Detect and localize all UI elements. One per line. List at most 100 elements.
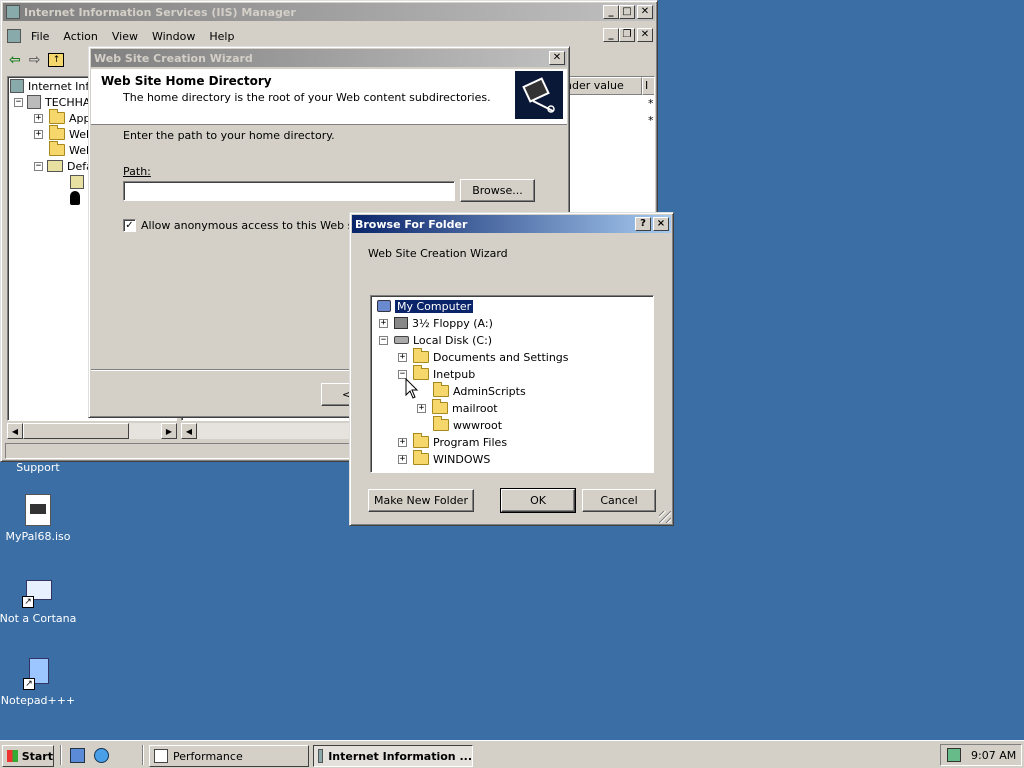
folder-icon (49, 125, 65, 140)
desktop-icon-support[interactable]: Support (0, 461, 78, 474)
tree-item-floppy[interactable]: + 3½ Floppy (A:) (379, 315, 493, 331)
tree-item-local-disk[interactable]: − Local Disk (C:) (379, 332, 492, 348)
browse-folder-dialog: Browse For Folder ? × Web Site Creation … (349, 212, 674, 526)
iis-root-icon (10, 79, 24, 93)
anon-checkbox-row[interactable]: ✓ Allow anonymous access to this Web sit… (123, 219, 367, 232)
tasks-separator (142, 745, 144, 765)
task-performance[interactable]: Performance (149, 745, 309, 767)
expand-icon[interactable]: + (398, 352, 407, 362)
up-folder-icon[interactable]: ↑ (48, 53, 65, 67)
ok-button[interactable]: OK (500, 488, 576, 513)
browser-icon[interactable] (94, 748, 109, 763)
iis-titlebar[interactable]: Internet Information Services (IIS) Mana… (3, 3, 655, 21)
menu-window[interactable]: Window (152, 30, 195, 43)
tree-default-smtp[interactable]: − Defa (34, 158, 93, 174)
mdi-minimize-button[interactable]: _ (603, 28, 619, 42)
menu-help[interactable]: Help (209, 30, 234, 43)
mdi-restore-button[interactable]: ❐ (619, 28, 635, 42)
desktop-icon-not-a-cortana[interactable]: ↗ Not a Cortana (0, 578, 78, 625)
browse-button[interactable]: Browse... (460, 179, 535, 202)
collapse-icon[interactable]: − (379, 335, 388, 345)
maximize-button[interactable]: □ (619, 5, 635, 19)
tree-item-windows[interactable]: + WINDOWS (398, 450, 490, 467)
path-input[interactable] (123, 181, 455, 201)
minimize-button[interactable]: _ (603, 5, 619, 19)
tree-item-program-files[interactable]: + Program Files (398, 433, 508, 450)
collapse-icon[interactable]: − (34, 161, 43, 171)
forward-arrow-icon[interactable]: ⇨ (29, 52, 41, 68)
iso-file-icon (25, 494, 51, 526)
tree-item-my-computer[interactable]: My Computer (377, 298, 475, 314)
tree-item-adminscripts[interactable]: AdminScripts (433, 382, 526, 399)
desktop-icon-notepad[interactable]: ↗ Notepad+++ (0, 656, 78, 707)
tree-server[interactable]: − TECHHA (14, 94, 90, 110)
folder-icon (413, 433, 429, 448)
expand-icon[interactable]: + (398, 454, 407, 464)
domains-icon[interactable] (70, 175, 84, 189)
help-button[interactable]: ? (635, 217, 651, 231)
wizard-header: Web Site Home Directory The home directo… (91, 69, 567, 125)
cell-star-2: * (648, 114, 654, 127)
cancel-button[interactable]: Cancel (582, 489, 656, 512)
hard-drive-icon (394, 336, 409, 344)
browse-description: Web Site Creation Wizard (368, 247, 508, 260)
tree-item-wwwroot[interactable]: wwwroot (433, 416, 502, 433)
tree-app-pools[interactable]: + Appl (34, 109, 94, 126)
sessions-icon[interactable] (70, 191, 80, 205)
column-header-value[interactable]: nder value (562, 77, 642, 95)
scroll-right-icon[interactable]: ▶ (161, 423, 177, 439)
wizard-close-button[interactable]: ✕ (549, 51, 565, 65)
scroll-left-icon[interactable]: ◀ (181, 423, 197, 439)
back-arrow-icon[interactable]: ⇦ (9, 52, 21, 68)
tree-item-documents[interactable]: + Documents and Settings (398, 348, 569, 365)
folder-icon (433, 416, 449, 431)
make-new-folder-button[interactable]: Make New Folder (368, 489, 474, 512)
column-header-i[interactable]: I (642, 77, 654, 95)
desktop-icon-label: Support (16, 461, 60, 474)
anon-checkbox[interactable]: ✓ (123, 219, 136, 232)
tree-hscrollbar[interactable]: ◀ ▶ (7, 423, 177, 439)
network-tray-icon[interactable] (947, 748, 961, 762)
close-button[interactable]: ✕ (637, 5, 653, 19)
quick-launch-separator (60, 745, 62, 765)
system-tray: 9:07 AM (940, 744, 1022, 766)
task-iis-manager[interactable]: Internet Information ... (313, 745, 473, 767)
browse-title: Browse For Folder (355, 217, 468, 231)
start-button[interactable]: Start (2, 745, 54, 767)
expand-icon[interactable]: + (34, 129, 43, 139)
expand-icon[interactable]: + (417, 403, 426, 413)
tree-web-ext[interactable]: Web (49, 141, 93, 158)
clock[interactable]: 9:07 AM (971, 749, 1016, 762)
menu-view[interactable]: View (112, 30, 138, 43)
browse-close-button[interactable]: × (653, 217, 669, 231)
iis-menu-bar: File Action View Window Help (7, 27, 248, 45)
tree-root[interactable]: Internet Infor (10, 78, 101, 94)
scroll-left-icon[interactable]: ◀ (7, 423, 23, 439)
wizard-titlebar[interactable]: Web Site Creation Wizard ✕ (91, 49, 567, 67)
tree-label: Program Files (433, 435, 508, 449)
path-label: Path: (123, 165, 151, 178)
iis-app-icon (6, 5, 20, 19)
menu-file[interactable]: File (31, 30, 49, 43)
expand-icon[interactable]: + (34, 113, 43, 123)
wizard-title: Web Site Creation Wizard (94, 51, 253, 65)
browse-titlebar[interactable]: Browse For Folder ? × (352, 215, 671, 233)
my-computer-icon (377, 300, 391, 312)
mdi-close-button[interactable]: ✕ (637, 28, 653, 42)
desktop-icon-mypal[interactable]: MyPal68.iso (0, 494, 78, 543)
folder-icon (432, 399, 448, 414)
show-desktop-icon[interactable] (70, 748, 85, 763)
scroll-thumb[interactable] (23, 423, 129, 439)
start-label: Start (21, 749, 53, 763)
menu-action[interactable]: Action (63, 30, 97, 43)
mdi-doc-icon (7, 29, 21, 43)
server-icon (27, 95, 41, 109)
folder-icon (49, 141, 65, 156)
tree-web-sites[interactable]: + Web (34, 125, 93, 142)
tree-label: Documents and Settings (433, 350, 569, 364)
collapse-icon[interactable]: − (14, 97, 23, 107)
expand-icon[interactable]: + (379, 318, 388, 328)
resize-grip-icon[interactable] (659, 511, 671, 523)
tree-item-mailroot[interactable]: + mailroot (417, 399, 498, 416)
expand-icon[interactable]: + (398, 437, 407, 447)
